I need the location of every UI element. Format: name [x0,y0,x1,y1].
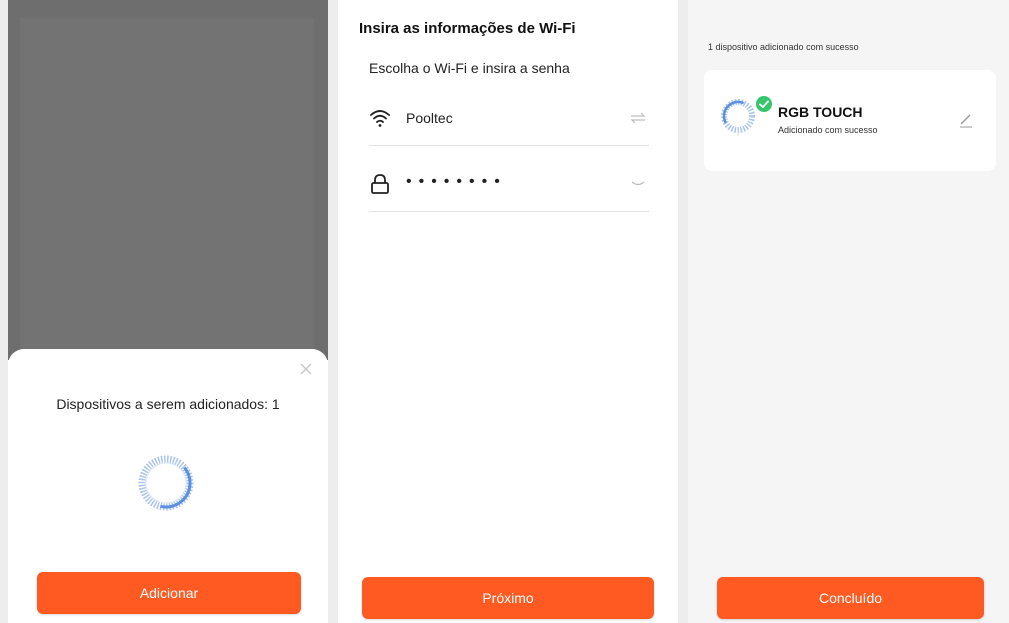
wifi-password-field[interactable]: •••••••• [406,173,507,191]
bottom-sheet: Dispositivos a serem adicionados: 1 Adic… [8,349,328,623]
device-name: RGB TOUCH [778,104,863,120]
page-subtitle: Escolha o Wi-Fi e insira a senha [369,60,570,76]
switch-network-icon[interactable] [629,111,647,125]
loading-spinner-icon [138,455,194,511]
dimmed-background[interactable] [8,0,328,360]
dimmed-content [20,18,314,360]
wifi-network-row[interactable]: Pooltec [369,91,649,146]
device-status: Adicionado com sucesso [778,125,878,135]
wifi-info-panel: Insira as informações de Wi-Fi Escolha o… [338,0,678,623]
wifi-icon [370,110,390,127]
done-button[interactable]: Concluído [717,577,984,619]
device-added-panel: 1 dispositivo adicionado com sucesso RGB… [688,0,1009,623]
add-devices-panel: Dispositivos a serem adicionados: 1 Adic… [8,0,328,623]
device-icon [721,99,755,136]
close-icon[interactable] [296,359,316,379]
device-card[interactable]: RGB TOUCH Adicionado com sucesso [704,70,996,171]
check-badge-icon [754,94,774,114]
success-summary: 1 dispositivo adicionado com sucesso [708,42,859,52]
lock-icon [371,174,389,194]
wifi-password-row[interactable]: •••••••• [369,157,649,212]
edit-icon[interactable] [958,112,974,128]
add-button[interactable]: Adicionar [37,572,301,614]
devices-to-add-title: Dispositivos a serem adicionados: 1 [56,396,280,412]
wifi-network-name: Pooltec [406,110,453,126]
eye-closed-icon[interactable] [629,177,647,191]
page-title: Insira as informações de Wi-Fi [359,20,576,37]
next-button[interactable]: Próximo [362,577,654,619]
